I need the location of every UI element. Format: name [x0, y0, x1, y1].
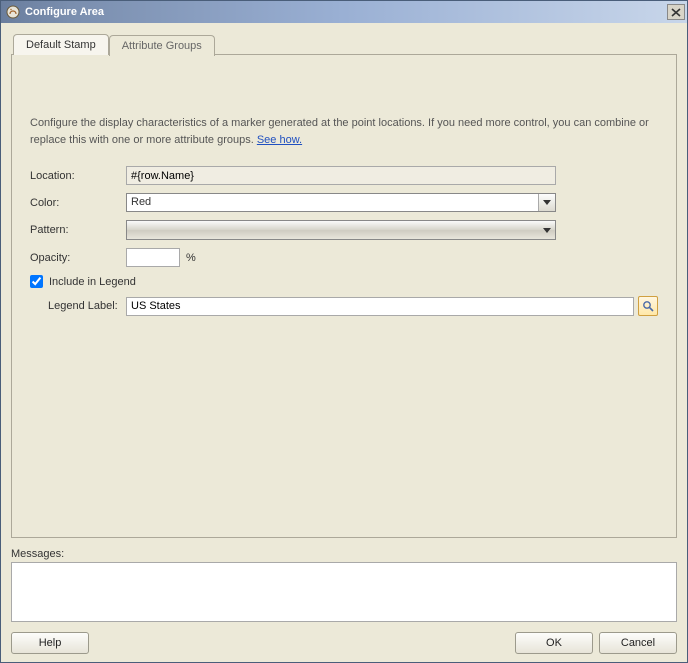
row-location: Location:: [30, 166, 658, 185]
color-label: Color:: [30, 197, 126, 209]
color-dropdown-button[interactable]: [538, 194, 555, 211]
close-button[interactable]: [667, 4, 685, 20]
pattern-label: Pattern:: [30, 224, 126, 236]
opacity-suffix: %: [186, 252, 196, 264]
intro-body: Configure the display characteristics of…: [30, 117, 649, 146]
help-button[interactable]: Help: [11, 632, 89, 654]
tab-row: Default Stamp Attribute Groups: [13, 33, 677, 54]
messages-box[interactable]: [11, 562, 677, 622]
titlebar: Configure Area: [1, 1, 687, 23]
ok-button[interactable]: OK: [515, 632, 593, 654]
pattern-dropdown-button[interactable]: [538, 221, 555, 239]
location-label: Location:: [30, 170, 126, 182]
tab-panel-default-stamp: Configure the display characteristics of…: [11, 54, 677, 538]
button-spacer: [95, 632, 509, 654]
row-color: Color: Red: [30, 193, 658, 212]
pattern-value: [127, 221, 538, 239]
cancel-button[interactable]: Cancel: [599, 632, 677, 654]
legend-label-label: Legend Label:: [48, 300, 126, 312]
opacity-field[interactable]: [126, 248, 180, 267]
row-legend-label: Legend Label:: [48, 296, 658, 316]
intro-text: Configure the display characteristics of…: [30, 115, 658, 148]
window-title: Configure Area: [25, 6, 667, 18]
app-icon: [5, 4, 21, 20]
tab-attribute-groups[interactable]: Attribute Groups: [109, 35, 215, 56]
pattern-select[interactable]: [126, 220, 556, 240]
include-legend-checkbox[interactable]: [30, 275, 43, 288]
legend-lookup-button[interactable]: [638, 296, 658, 316]
dialog-window: Configure Area Default Stamp Attribute G…: [0, 0, 688, 663]
see-how-link[interactable]: See how.: [257, 134, 302, 146]
row-opacity: Opacity: %: [30, 248, 658, 267]
chevron-down-icon: [543, 200, 551, 205]
color-select[interactable]: Red: [126, 193, 556, 212]
search-icon: [642, 300, 654, 312]
button-bar: Help OK Cancel: [11, 632, 677, 654]
legend-label-field[interactable]: [126, 297, 634, 316]
row-include-legend: Include in Legend: [30, 275, 658, 288]
tab-default-stamp[interactable]: Default Stamp: [13, 34, 109, 55]
dialog-content: Default Stamp Attribute Groups Configure…: [1, 23, 687, 662]
color-value: Red: [127, 194, 538, 211]
row-pattern: Pattern:: [30, 220, 658, 240]
messages-label: Messages:: [11, 548, 677, 560]
opacity-label: Opacity:: [30, 252, 126, 264]
location-field[interactable]: [126, 166, 556, 185]
chevron-down-icon: [543, 228, 551, 233]
include-legend-label: Include in Legend: [49, 276, 136, 288]
